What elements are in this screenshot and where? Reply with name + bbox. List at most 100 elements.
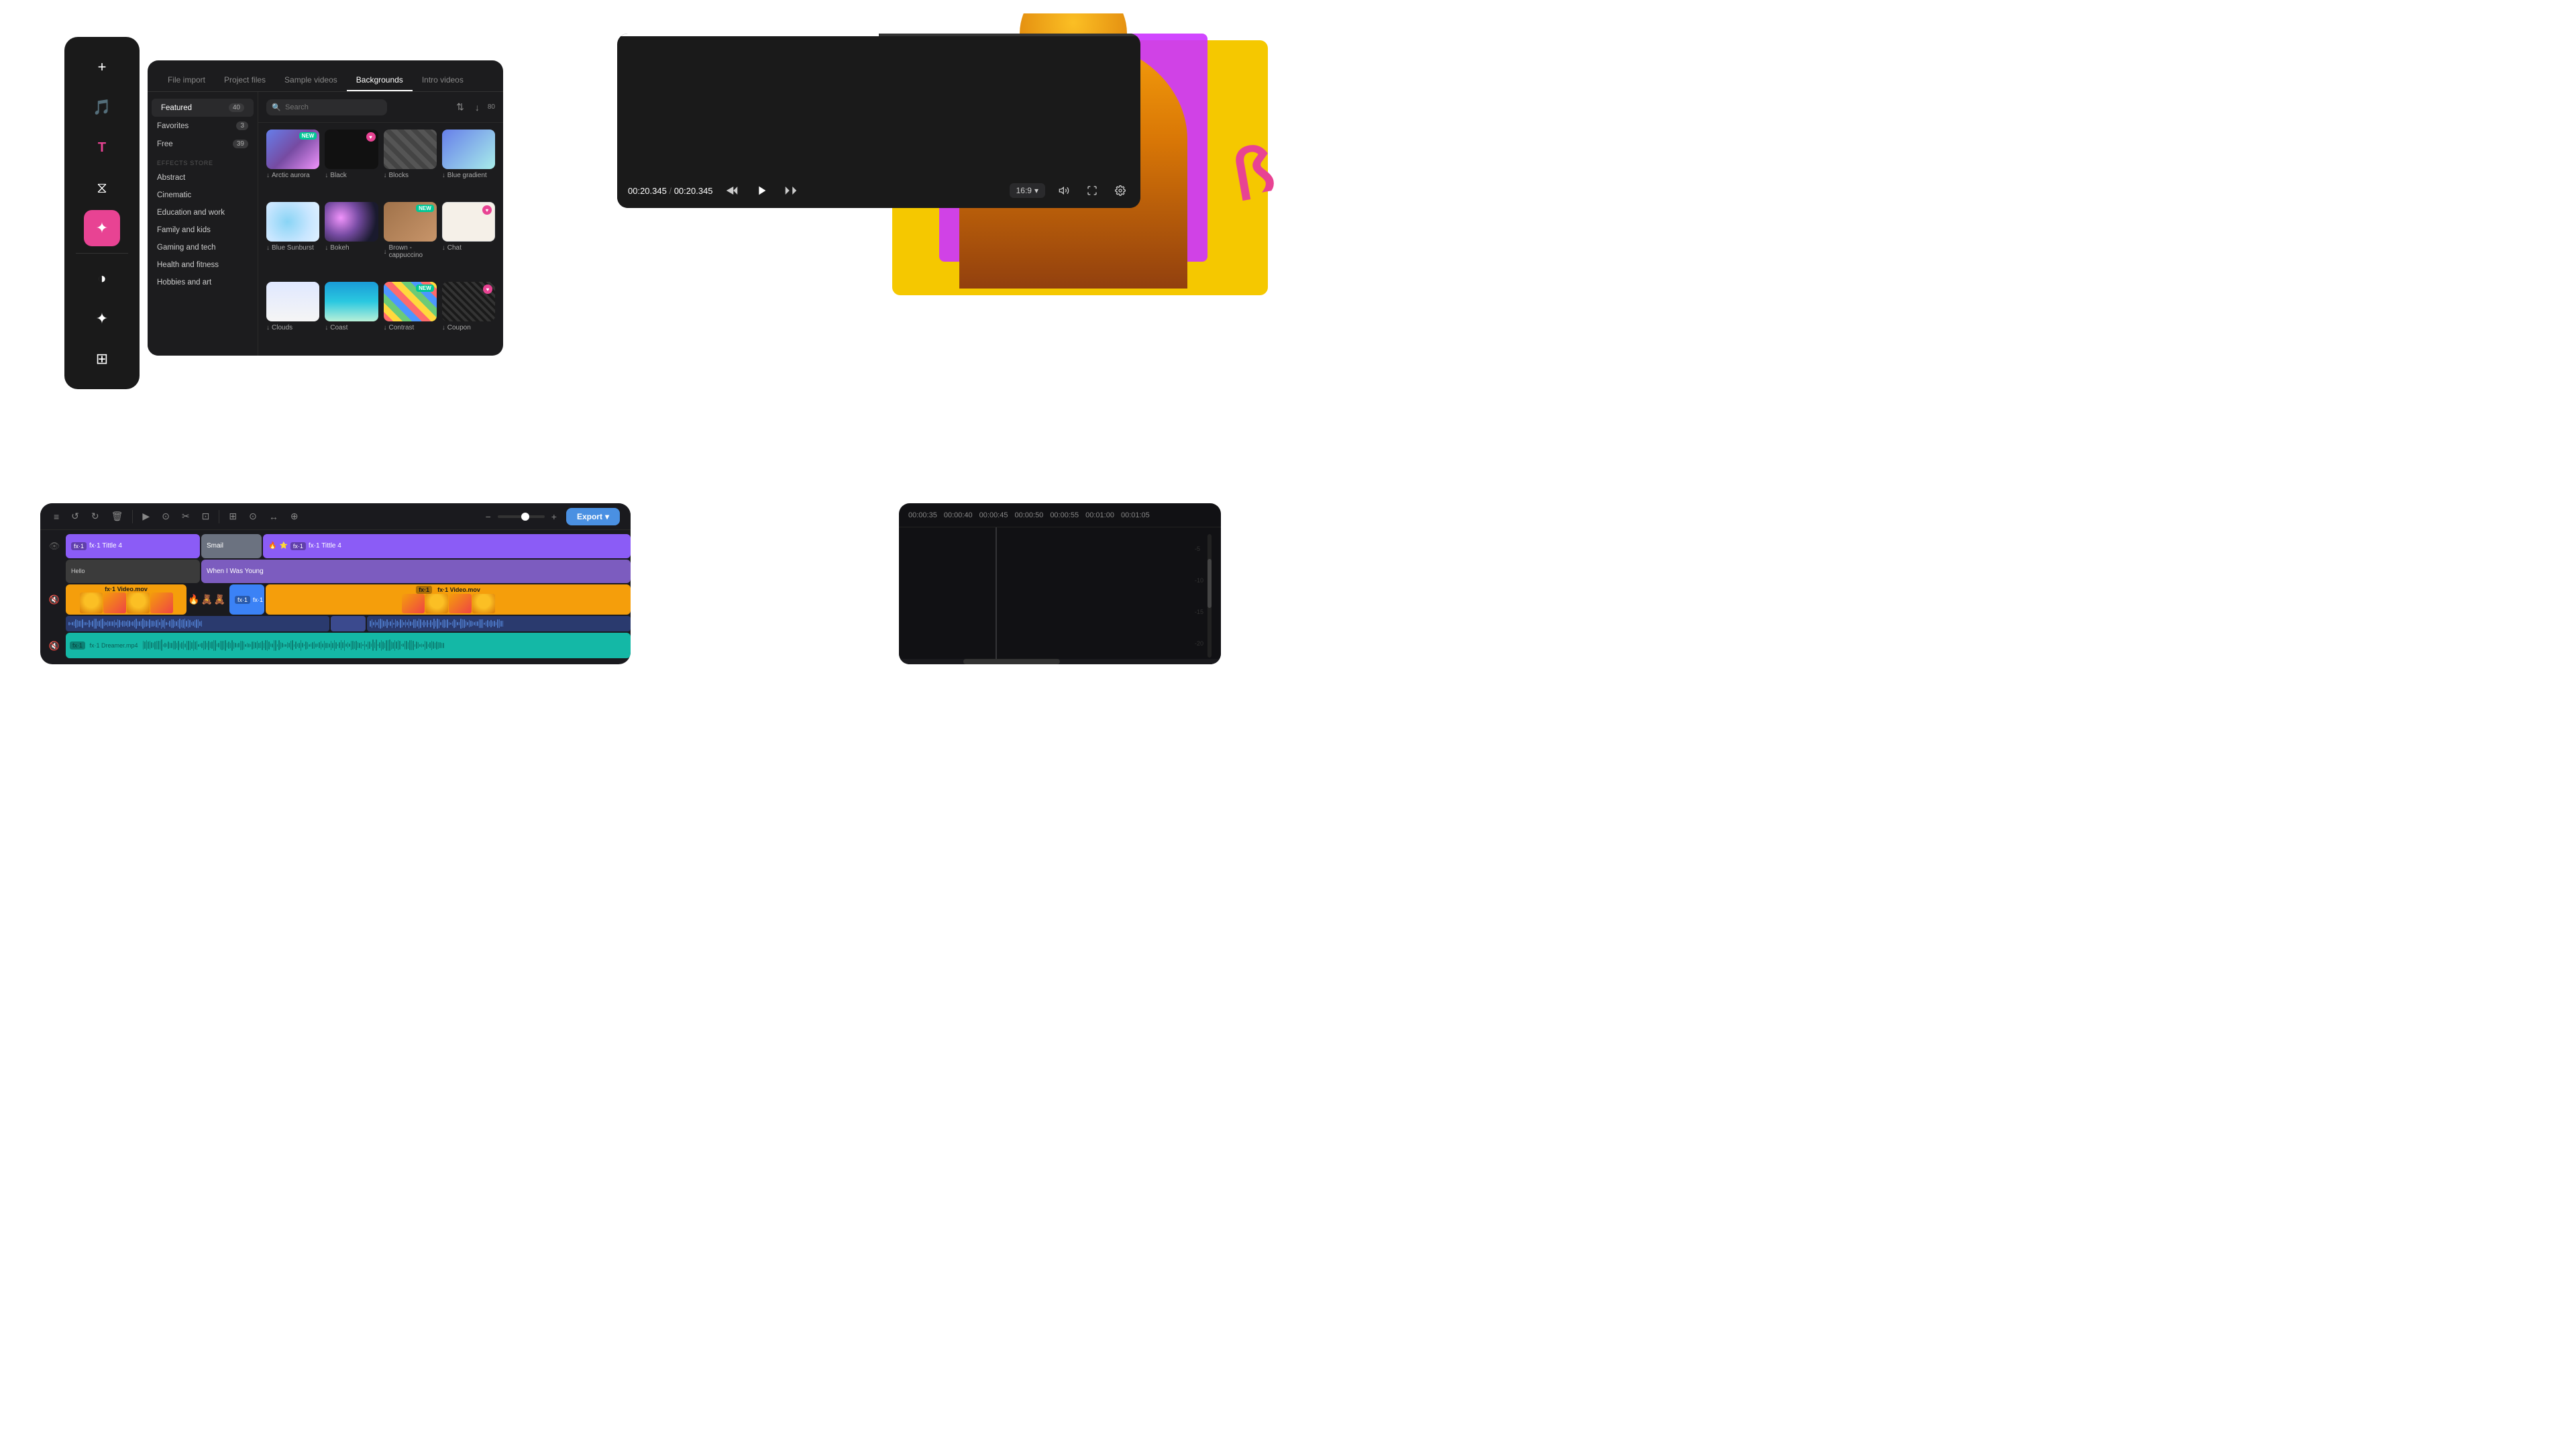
bg-card-coupon[interactable]: ♥ ↓ Coupon [442,282,495,349]
bg-label-arctic-aurora: ↓ Arctic aurora [266,172,319,179]
level-mark-2: -10 [1195,577,1203,584]
bg-card-chat[interactable]: ♥ ↓ Chat [442,202,495,276]
bg-card-blocks[interactable]: ↓ Blocks [384,130,437,197]
sidebar-item-abstract[interactable]: Abstract [148,169,258,187]
export-button[interactable]: Export ▾ [566,508,620,525]
tl-play-button[interactable]: ▶ [140,508,152,525]
level-mark-3: -15 [1195,609,1203,615]
sidebar-count-featured: 40 [229,103,244,112]
tl-speed-button[interactable]: ⊙ [246,508,260,525]
bg-card-blue-gradient[interactable]: ↓ Blue gradient [442,130,495,197]
text-button[interactable]: T [84,130,120,166]
stickers-button[interactable]: ✦ [84,301,120,337]
clip-when-i-was-young[interactable]: When I Was Young [201,560,631,584]
level-marks: -5 -10 -15 -20 [1195,527,1203,664]
track-side-title: 👁 [44,534,64,558]
bg-card-blue-sunburst[interactable]: ↓ Blue Sunburst [266,202,319,276]
forward-button[interactable] [782,181,800,200]
clip-tittle4-right[interactable]: 🔥 ⭐ fx·1 fx·1 Tittle 4 [263,534,631,558]
clip-video-mov-left[interactable]: fx·1 Video.mov [66,584,186,615]
effects-button[interactable]: ✦ [84,210,120,246]
sidebar-item-favorites[interactable]: Favorites 3 [148,117,258,135]
tab-backgrounds[interactable]: Backgrounds [347,70,413,91]
tl-link-button[interactable]: ↔ [266,509,281,525]
clip-tittle4-left[interactable]: fx·1 fx·1 Tittle 4 [66,534,200,558]
tl-undo-button[interactable]: ↺ [68,508,82,525]
sidebar-item-education[interactable]: Education and work [148,204,258,221]
settings-button[interactable] [1111,181,1130,200]
timeline-scrollbar-thumb[interactable] [1208,559,1212,609]
audio-fx: fx·1 [70,641,85,650]
tl-transform-button[interactable]: ⊞ [226,508,239,525]
music-button[interactable]: 🎵 [84,89,120,125]
clip-hello[interactable]: Hello [66,560,200,584]
bg-thumb-coupon: ♥ [442,282,495,321]
fullscreen-button[interactable] [1083,181,1102,200]
bg-label-clouds: ↓ Clouds [266,324,319,331]
tl-cut-button[interactable]: ✂ [179,508,193,525]
track-side-subtitle [44,560,64,584]
bg-card-black[interactable]: ♥ ↓ Black [325,130,378,197]
audio-wave-bars [143,639,627,651]
timeline-scroll-handle[interactable] [963,659,1060,664]
track-visibility-icon[interactable]: 👁 [49,541,60,552]
bg-card-contrast[interactable]: NEW ↓ Contrast [384,282,437,349]
sidebar-item-gaming[interactable]: Gaming and tech [148,239,258,256]
sidebar-item-hobbies[interactable]: Hobbies and art [148,274,258,291]
more-button[interactable]: ⊞ [84,341,120,377]
timeline-horizontal-scroll[interactable] [899,659,1221,664]
bg-label-blue-gradient: ↓ Blue gradient [442,172,495,179]
rewind-button[interactable] [722,181,741,200]
bg-label-bokeh: ↓ Bokeh [325,244,378,252]
tl-delete-button[interactable]: 🗑 [109,508,126,525]
bg-card-brown-cap[interactable]: NEW ↓ Brown - cappuccino [384,202,437,276]
play-button[interactable] [751,180,772,201]
sort-icon[interactable]: ⇅ [453,99,467,115]
zoom-slider[interactable] [498,515,545,518]
clip-dreamer[interactable]: fx·1 fx·1 Dreamer.mp4 [66,633,631,658]
bg-card-arctic-aurora[interactable]: NEW ↓ Arctic aurora [266,130,319,197]
search-input[interactable] [266,99,387,115]
track-row-title: 👁 fx·1 fx·1 Tittle 4 Smail 🔥 ⭐ fx·1 fx·1… [44,534,631,558]
tl-crop-button[interactable]: ⊡ [199,508,213,525]
time-separator: / [669,186,674,196]
tab-intro-videos[interactable]: Intro videos [413,70,473,91]
sidebar-item-free[interactable]: Free 39 [148,135,258,153]
filters-button[interactable]: ◑ [84,260,120,297]
bg-card-bokeh[interactable]: ↓ Bokeh [325,202,378,276]
aspect-ratio-button[interactable]: 16:9 ▾ [1010,183,1045,198]
category-sidebar: Featured 40 Favorites 3 Free 39 EFFECTS … [148,92,258,356]
bg-card-clouds[interactable]: ↓ Clouds [266,282,319,349]
zoom-in-button[interactable]: + [549,509,559,525]
progress-bar-container [617,34,1140,36]
add-button[interactable]: + [84,49,120,85]
timeline-scrollbar-track[interactable] [1208,534,1212,658]
tl-add-track-button[interactable]: ⊕ [288,508,301,525]
download-icon[interactable]: ↓ [472,99,482,115]
tl-loop-button[interactable]: ⊙ [159,508,172,525]
tab-file-import[interactable]: File import [158,70,215,91]
bg-card-coast[interactable]: ↓ Coast [325,282,378,349]
tl-redo-button[interactable]: ↻ [89,508,102,525]
track-audio-icon[interactable]: 🔇 [49,641,60,652]
clip-vid-small[interactable]: fx·1 fx·1 Vid [229,584,264,615]
tl-filter-button[interactable]: ≡ [51,509,62,525]
clip-video-mov-right[interactable]: fx·1 fx·1 Video.mov [266,584,631,615]
track-audio-off-icon[interactable]: 🔇 [49,594,60,605]
sidebar-item-health[interactable]: Health and fitness [148,256,258,274]
sidebar-item-cinematic[interactable]: Cinematic [148,187,258,204]
backgrounds-panel: File import Project files Sample videos … [148,60,503,356]
clip-smail[interactable]: Smail [201,534,262,558]
tab-project-files[interactable]: Project files [215,70,275,91]
clip-video1-label: fx·1 Video.mov [105,586,148,592]
transitions-button[interactable]: ⧖ [84,170,120,206]
ruler-mark-4: 00:00:50 [1014,511,1043,519]
bg-thumb-coast [325,282,378,321]
tab-sample-videos[interactable]: Sample videos [275,70,347,91]
zoom-out-button[interactable]: − [483,509,494,525]
bg-thumb-black: ♥ [325,130,378,169]
sidebar-item-family[interactable]: Family and kids [148,221,258,239]
volume-button[interactable] [1055,181,1073,200]
sidebar-item-featured[interactable]: Featured 40 [152,99,254,117]
timeline-scroll-area[interactable]: -5 -10 -15 -20 [899,527,1221,664]
